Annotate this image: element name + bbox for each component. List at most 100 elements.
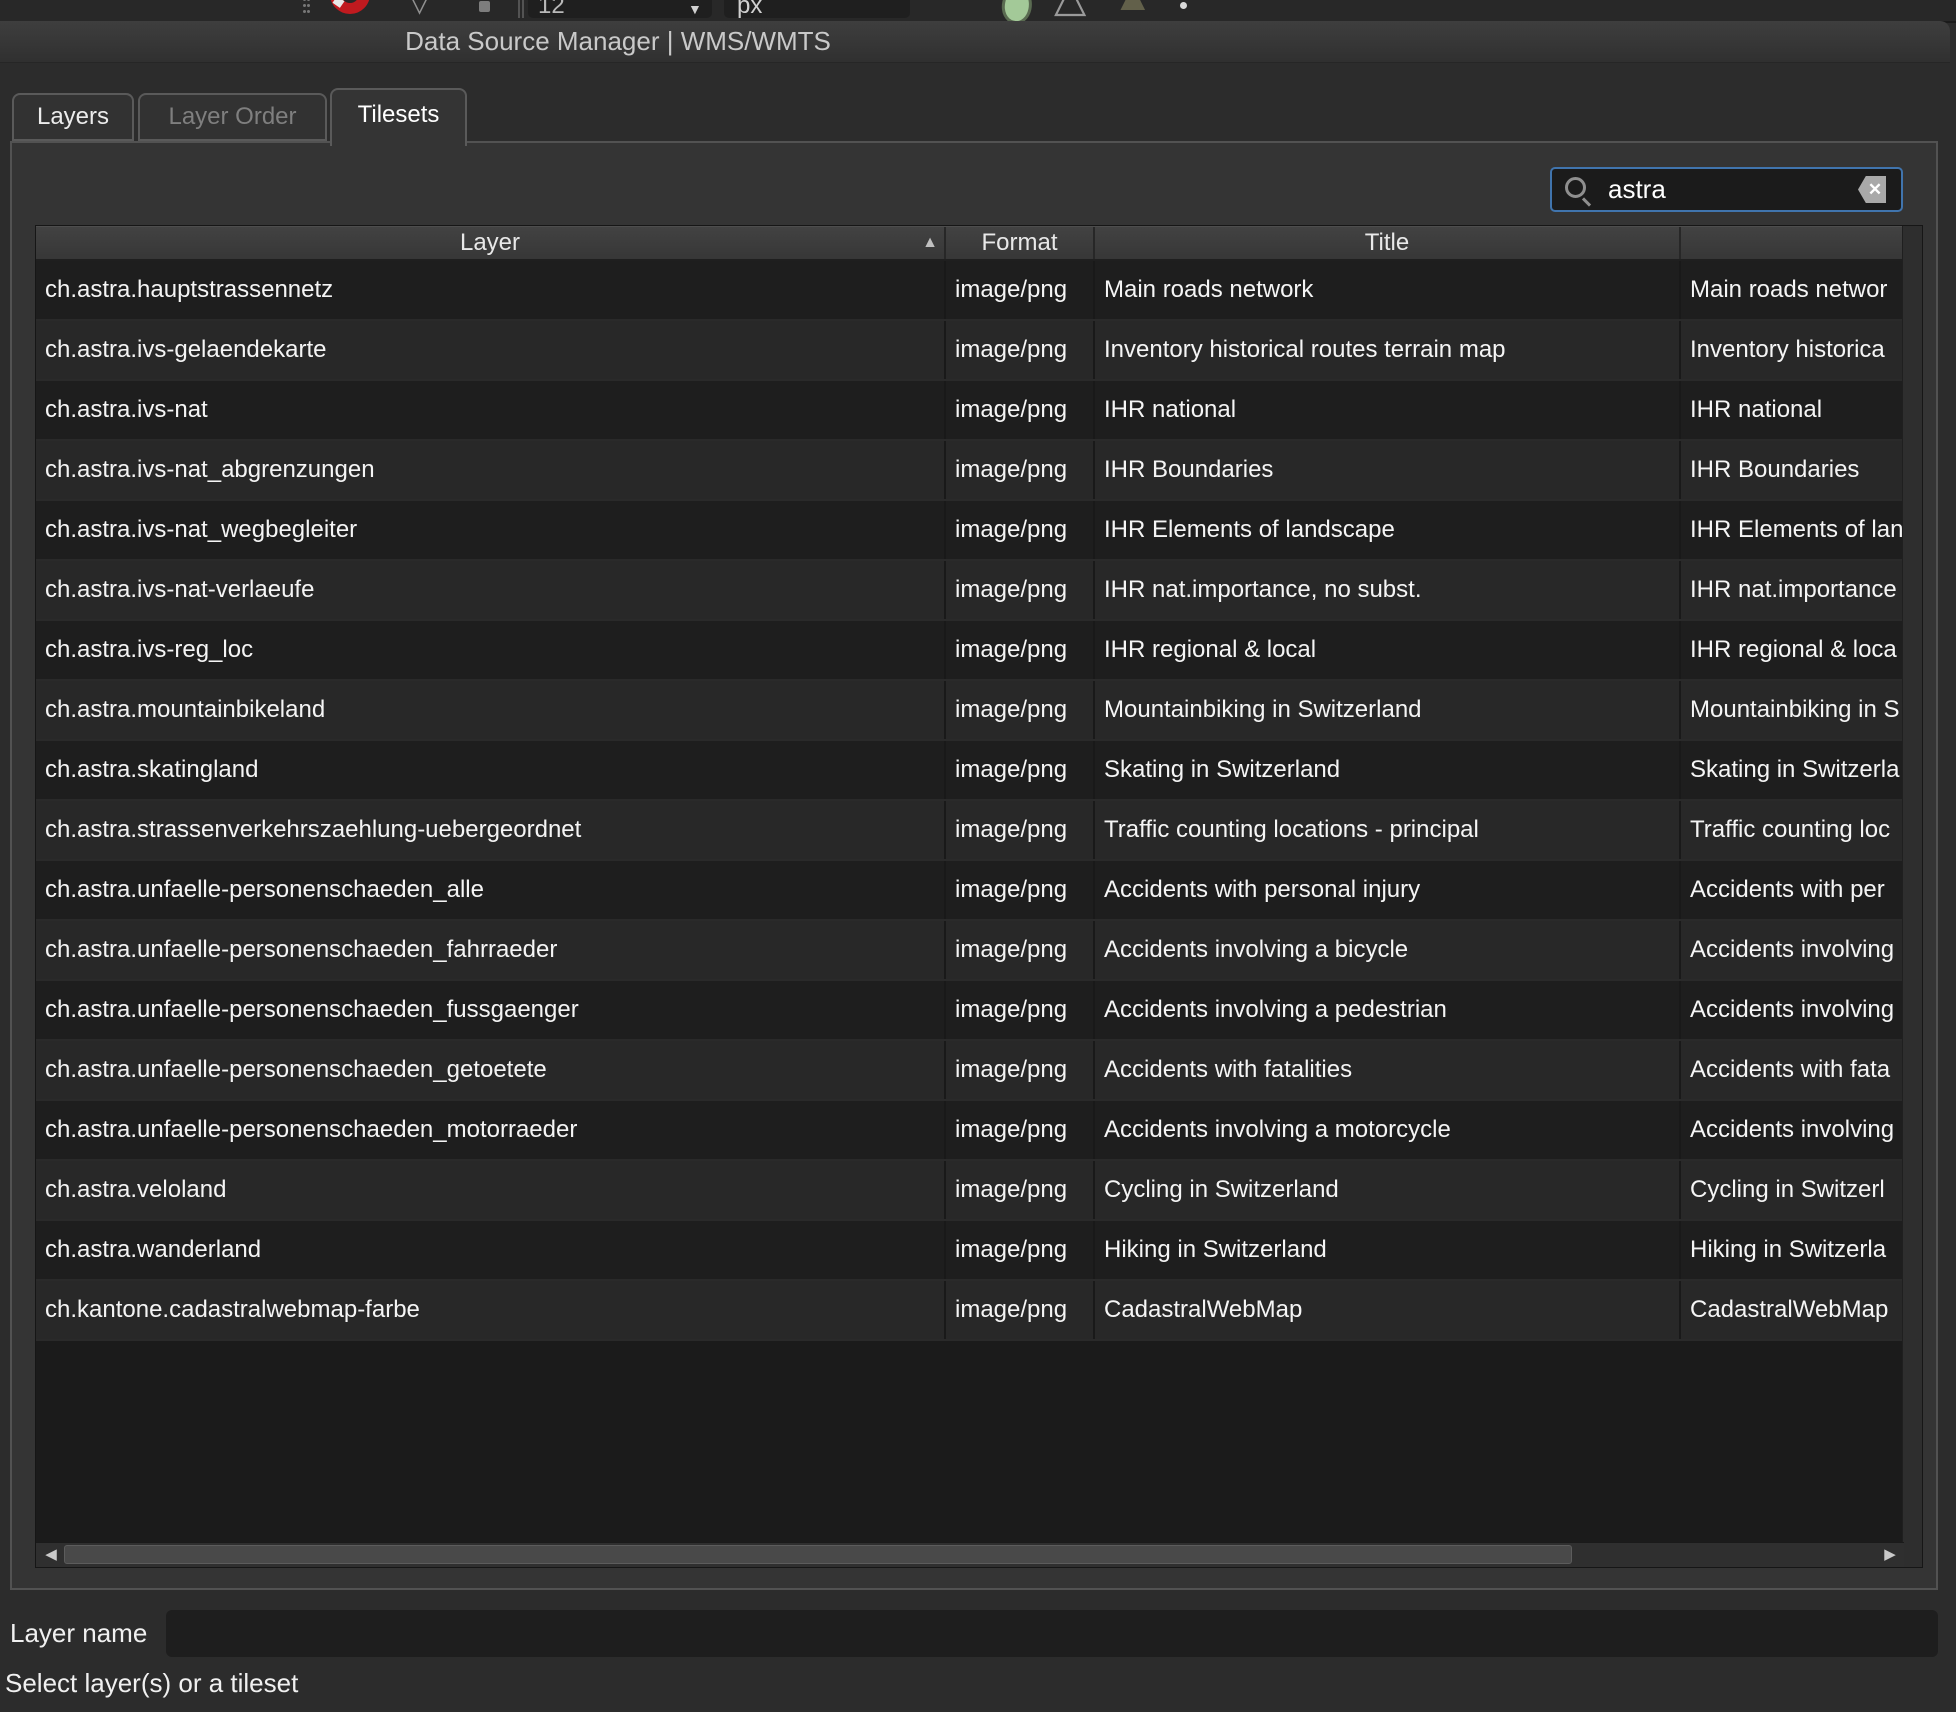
cell-layer: ch.astra.unfaelle-personenschaeden_getoe… xyxy=(36,1041,946,1099)
table-row[interactable]: ch.astra.unfaelle-personenschaeden_allei… xyxy=(36,861,1904,921)
cell-abstract: Traffic counting loc xyxy=(1681,801,1904,859)
cell-title: Inventory historical routes terrain map xyxy=(1095,321,1681,379)
filter-funnel-icon[interactable]: ▽ xyxy=(408,0,431,19)
table-row[interactable]: ch.astra.strassenverkehrszaehlung-ueberg… xyxy=(36,801,1904,861)
table-row[interactable]: ch.astra.mountainbikelandimage/pngMounta… xyxy=(36,681,1904,741)
tab-tilesets[interactable]: Tilesets xyxy=(330,88,467,146)
vertex-dot-icon xyxy=(1180,2,1187,9)
table-row[interactable]: ch.astra.hauptstrassennetzimage/pngMain … xyxy=(36,261,1904,321)
cell-format: image/png xyxy=(946,441,1095,499)
cell-layer: ch.astra.unfaelle-personenschaeden_alle xyxy=(36,861,946,919)
cell-layer: ch.astra.ivs-gelaendekarte xyxy=(36,321,946,379)
cell-title: Accidents involving a pedestrian xyxy=(1095,981,1681,1039)
scroll-right-icon[interactable]: ▶ xyxy=(1877,1543,1903,1567)
table-row[interactable]: ch.astra.unfaelle-personenschaeden_motor… xyxy=(36,1101,1904,1161)
cell-layer: ch.astra.hauptstrassennetz xyxy=(36,261,946,319)
cell-abstract: Accidents with fata xyxy=(1681,1041,1904,1099)
table-row[interactable]: ch.astra.ivs-gelaendekarteimage/pngInven… xyxy=(36,321,1904,381)
app-toolbar: ▽ 12 ▼ px △ ▲ xyxy=(0,0,1956,23)
vertical-scrollbar-gutter[interactable] xyxy=(1902,226,1922,1567)
cell-layer: ch.astra.unfaelle-personenschaeden_fussg… xyxy=(36,981,946,1039)
cell-format: image/png xyxy=(946,801,1095,859)
cell-title: Main roads network xyxy=(1095,261,1681,319)
table-row[interactable]: ch.astra.unfaelle-personenschaeden_getoe… xyxy=(36,1041,1904,1101)
cell-abstract: Mountainbiking in S xyxy=(1681,681,1904,739)
cell-title: Cycling in Switzerland xyxy=(1095,1161,1681,1219)
stroke-width-value: 12 xyxy=(538,0,565,20)
polygon-tool-icon[interactable] xyxy=(998,0,1035,23)
layer-name-input[interactable] xyxy=(166,1610,1938,1657)
cell-layer: ch.astra.skatingland xyxy=(36,741,946,799)
header-abstract[interactable] xyxy=(1681,227,1904,259)
square-tool-icon[interactable] xyxy=(479,1,490,12)
cell-abstract: IHR regional & loca xyxy=(1681,621,1904,679)
cell-layer: ch.astra.ivs-reg_loc xyxy=(36,621,946,679)
cell-format: image/png xyxy=(946,921,1095,979)
table-row[interactable]: ch.astra.ivs-nat_wegbegleiterimage/pngIH… xyxy=(36,501,1904,561)
toolbar-separator xyxy=(518,0,520,18)
cell-title: Skating in Switzerland xyxy=(1095,741,1681,799)
table-row[interactable]: ch.astra.skatinglandimage/pngSkating in … xyxy=(36,741,1904,801)
table-row[interactable]: ch.astra.ivs-natimage/pngIHR nationalIHR… xyxy=(36,381,1904,441)
cell-title: Hiking in Switzerland xyxy=(1095,1221,1681,1279)
table-row[interactable]: ch.astra.velolandimage/pngCycling in Swi… xyxy=(36,1161,1904,1221)
header-format[interactable]: Format xyxy=(946,227,1095,259)
clear-x-glyph: ✕ xyxy=(1862,180,1882,199)
horizontal-scrollbar[interactable]: ◀ ▶ xyxy=(36,1542,1904,1567)
cell-abstract: Accidents involving xyxy=(1681,981,1904,1039)
table-row[interactable]: ch.astra.ivs-reg_locimage/png IHR regiona… xyxy=(36,621,1904,681)
cell-layer: ch.astra.ivs-nat xyxy=(36,381,946,439)
tilesets-table: Layer ▲ Format Title ch.astra.hauptstras… xyxy=(35,225,1923,1568)
cell-layer: ch.astra.ivs-nat_wegbegleiter xyxy=(36,501,946,559)
dialog-titlebar: Data Source Manager | WMS/WMTS xyxy=(0,21,1950,63)
status-text: Select layer(s) or a tileset xyxy=(5,1668,298,1699)
sort-ascending-icon: ▲ xyxy=(922,227,938,259)
cell-layer: ch.astra.strassenverkehrszaehlung-ueberg… xyxy=(36,801,946,859)
search-input[interactable] xyxy=(1550,167,1903,212)
tab-layer-order[interactable]: Layer Order xyxy=(138,93,327,141)
dialog-title: Data Source Manager | WMS/WMTS xyxy=(0,21,1236,62)
scroll-left-icon[interactable]: ◀ xyxy=(38,1543,64,1567)
triangle-outline-icon[interactable]: △ xyxy=(1054,0,1086,21)
cell-layer: ch.astra.veloland xyxy=(36,1161,946,1219)
cell-title: Accidents involving a bicycle xyxy=(1095,921,1681,979)
cell-title: IHR Elements of landscape xyxy=(1095,501,1681,559)
cell-format: image/png xyxy=(946,621,1095,679)
table-header: Layer ▲ Format Title xyxy=(36,226,1904,261)
cell-abstract: IHR Elements of lan xyxy=(1681,501,1904,559)
cell-format: image/png xyxy=(946,1281,1095,1339)
cell-title: IHR nat.importance, no subst. xyxy=(1095,561,1681,619)
table-row[interactable]: ch.astra.unfaelle-personenschaeden_fussg… xyxy=(36,981,1904,1041)
table-row[interactable]: ch.astra.ivs-nat-verlaeufeimage/pngIHR n… xyxy=(36,561,1904,621)
cell-abstract: Hiking in Switzerla xyxy=(1681,1221,1904,1279)
cell-format: image/png xyxy=(946,981,1095,1039)
cell-title: Accidents involving a motorcycle xyxy=(1095,1101,1681,1159)
cell-format: image/png xyxy=(946,381,1095,439)
cell-format: image/png xyxy=(946,1101,1095,1159)
header-title[interactable]: Title xyxy=(1095,227,1681,259)
toolbar-drag-handle-icon[interactable] xyxy=(303,0,319,18)
layer-name-label: Layer name xyxy=(10,1610,147,1657)
cell-format: image/png xyxy=(946,1161,1095,1219)
table-row[interactable]: ch.astra.ivs-nat_abgrenzungenimage/pngIH… xyxy=(36,441,1904,501)
triangle-filled-icon[interactable]: ▲ xyxy=(1112,0,1154,20)
spinbox-dropdown-icon[interactable]: ▼ xyxy=(688,1,702,17)
cell-format: image/png xyxy=(946,741,1095,799)
header-layer-label: Layer xyxy=(460,229,520,256)
horizontal-scrollbar-thumb[interactable] xyxy=(64,1545,1572,1564)
cell-layer: ch.astra.wanderland xyxy=(36,1221,946,1279)
table-row[interactable]: ch.kantone.cadastralwebmap-farbeimage/pn… xyxy=(36,1281,1904,1341)
tab-layers[interactable]: Layers xyxy=(12,93,134,141)
search-icon xyxy=(1565,177,1586,198)
cell-title: CadastralWebMap xyxy=(1095,1281,1681,1339)
table-row[interactable]: ch.astra.unfaelle-personenschaeden_fahrr… xyxy=(36,921,1904,981)
cell-abstract: Inventory historica xyxy=(1681,321,1904,379)
table-body: ch.astra.hauptstrassennetz image/png Main … xyxy=(36,261,1904,1341)
table-row[interactable]: ch.astra.wanderlandimage/pngHiking in Sw… xyxy=(36,1221,1904,1281)
cell-abstract: Main roads networ xyxy=(1681,261,1904,319)
cell-title: IHR national xyxy=(1095,381,1681,439)
cell-title: Traffic counting locations - principal xyxy=(1095,801,1681,859)
unit-value: px xyxy=(737,0,762,20)
cell-abstract: Skating in Switzerla xyxy=(1681,741,1904,799)
header-layer[interactable]: Layer ▲ xyxy=(36,227,946,259)
